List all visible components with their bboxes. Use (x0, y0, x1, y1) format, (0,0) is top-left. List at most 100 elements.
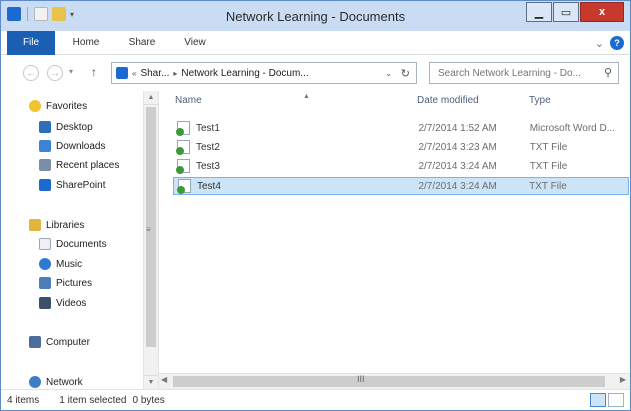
file-row-selected[interactable]: Test4 2/7/2014 3:24 AM TXT File (173, 177, 629, 195)
selection-count: 1 item selected (59, 394, 127, 406)
file-name: Test4 (197, 180, 221, 192)
nav-computer[interactable]: Computer (29, 333, 90, 351)
nav-music-label: Music (56, 258, 83, 270)
computer-icon (29, 336, 41, 348)
file-row[interactable]: Test1 2/7/2014 1:52 AM Microsoft Word D.… (173, 119, 629, 137)
nav-computer-label: Computer (46, 336, 90, 348)
nav-music[interactable]: Music (39, 255, 82, 273)
status-bar: 4 items 1 item selected 0 bytes (1, 389, 630, 410)
file-date: 2/7/2014 3:24 AM (418, 160, 497, 172)
sync-badge-icon (177, 186, 185, 194)
nav-downloads[interactable]: Downloads (39, 137, 105, 155)
expand-ribbon-icon[interactable]: ⌄ (595, 37, 604, 50)
sort-ascending-icon: ▲ (303, 93, 310, 100)
title-bar: ▾ Network Learning - Documents ▁ ▭ x (1, 1, 630, 31)
nav-sharepoint-label: SharePoint (56, 179, 106, 191)
text-file-icon (176, 140, 190, 155)
navigation-pane: Favorites Desktop Downloads Recent place… (1, 91, 159, 389)
recent-locations-dropdown-icon[interactable]: ▾ (69, 67, 73, 76)
sharepoint-location-icon (116, 67, 128, 79)
sync-badge-icon (176, 128, 184, 136)
file-type: Microsoft Word D... (529, 122, 616, 134)
breadcrumb-sharepoint[interactable]: Shar... (140, 68, 169, 79)
breadcrumb-arrow-icon[interactable]: ▸ (173, 69, 177, 78)
nav-pictures-label: Pictures (56, 277, 93, 289)
file-row[interactable]: Test2 2/7/2014 3:23 AM TXT File (173, 138, 629, 156)
file-list: Name ▲ Date modified Type Test1 2/7/2014… (159, 91, 630, 373)
details-view-button[interactable] (590, 393, 606, 407)
music-icon (39, 258, 51, 270)
back-button[interactable]: ← (23, 65, 39, 81)
address-bar[interactable]: « Shar... ▸ Network Learning - Docum... … (111, 62, 417, 84)
tab-file[interactable]: File (7, 31, 55, 55)
nav-recent-label: Recent places (56, 159, 120, 171)
item-count: 4 items (7, 394, 40, 406)
maximize-button[interactable]: ▭ (553, 2, 579, 22)
large-icons-view-button[interactable] (608, 393, 624, 407)
search-icon[interactable]: ⚲ (604, 66, 612, 79)
tab-home[interactable]: Home (63, 31, 109, 55)
tab-share[interactable]: Share (119, 31, 165, 55)
nav-documents-label: Documents (56, 238, 107, 250)
column-name-label: Name (175, 95, 202, 106)
nav-network-label: Network (46, 376, 83, 388)
horizontal-grip-icon: III (357, 374, 365, 384)
text-file-icon (177, 179, 191, 194)
file-date: 2/7/2014 3:23 AM (418, 141, 497, 153)
forward-button[interactable]: → (47, 65, 63, 81)
nav-vertical-scrollbar[interactable]: ▲ ≡ ▼ (143, 91, 158, 389)
scroll-down-icon[interactable]: ▼ (144, 375, 158, 389)
column-header-type[interactable]: Type (529, 95, 551, 111)
sharepoint-icon (39, 179, 51, 191)
address-dropdown-icon[interactable]: ⌄ (385, 69, 392, 78)
libraries-icon (29, 219, 41, 231)
network-icon (29, 376, 41, 388)
minimize-button[interactable]: ▁ (526, 2, 552, 22)
tab-view[interactable]: View (173, 31, 217, 55)
selection-size: 0 bytes (132, 394, 165, 406)
nav-pictures[interactable]: Pictures (39, 274, 92, 292)
column-header-name[interactable]: Name ▲ (175, 93, 310, 111)
file-name: Test1 (196, 122, 220, 134)
nav-libraries[interactable]: Libraries (29, 216, 84, 234)
breadcrumb-chevron-icon[interactable]: « (132, 69, 136, 78)
scroll-right-icon[interactable]: ▶ (620, 375, 626, 384)
nav-libraries-label: Libraries (46, 219, 85, 231)
breadcrumb-current[interactable]: Network Learning - Docum... (181, 68, 308, 79)
file-name: Test3 (196, 160, 220, 172)
star-icon (29, 100, 41, 112)
nav-desktop-label: Desktop (56, 121, 93, 133)
window-controls: ▁ ▭ x (526, 2, 624, 22)
scroll-grip-icon: ≡ (146, 225, 151, 234)
file-list-horizontal-scrollbar[interactable]: ◀ III ▶ (159, 373, 630, 389)
column-header-date[interactable]: Date modified (417, 95, 479, 111)
nav-desktop[interactable]: Desktop (39, 118, 93, 136)
nav-recent-places[interactable]: Recent places (39, 156, 119, 174)
file-row[interactable]: Test3 2/7/2014 3:24 AM TXT File (173, 157, 629, 175)
scroll-up-icon[interactable]: ▲ (144, 91, 158, 105)
search-input[interactable] (438, 67, 598, 79)
nav-downloads-label: Downloads (56, 140, 106, 152)
up-button[interactable]: ↑ (91, 65, 97, 79)
explorer-window: ▾ Network Learning - Documents ▁ ▭ x Fil… (0, 0, 631, 411)
navigation-bar: ← → ▾ ↑ « Shar... ▸ Network Learning - D… (1, 55, 630, 91)
sync-badge-icon (176, 166, 184, 174)
help-icon[interactable]: ? (610, 36, 624, 50)
search-box[interactable]: ⚲ (429, 62, 619, 84)
file-date: 2/7/2014 3:24 AM (418, 180, 497, 192)
refresh-icon[interactable]: ↻ (401, 67, 410, 80)
horizontal-scroll-thumb[interactable] (173, 376, 605, 387)
nav-videos[interactable]: Videos (39, 294, 86, 312)
documents-icon (39, 238, 51, 250)
nav-documents[interactable]: Documents (39, 235, 107, 253)
nav-sharepoint[interactable]: SharePoint (39, 176, 105, 194)
scroll-left-icon[interactable]: ◀ (161, 375, 167, 384)
nav-favorites[interactable]: Favorites (29, 97, 87, 115)
recent-places-icon (39, 159, 51, 171)
word-document-icon (176, 121, 190, 136)
videos-icon (39, 297, 51, 309)
file-type: TXT File (529, 141, 568, 153)
view-switcher (590, 393, 624, 407)
close-button[interactable]: x (580, 2, 624, 22)
desktop-icon (39, 121, 51, 133)
